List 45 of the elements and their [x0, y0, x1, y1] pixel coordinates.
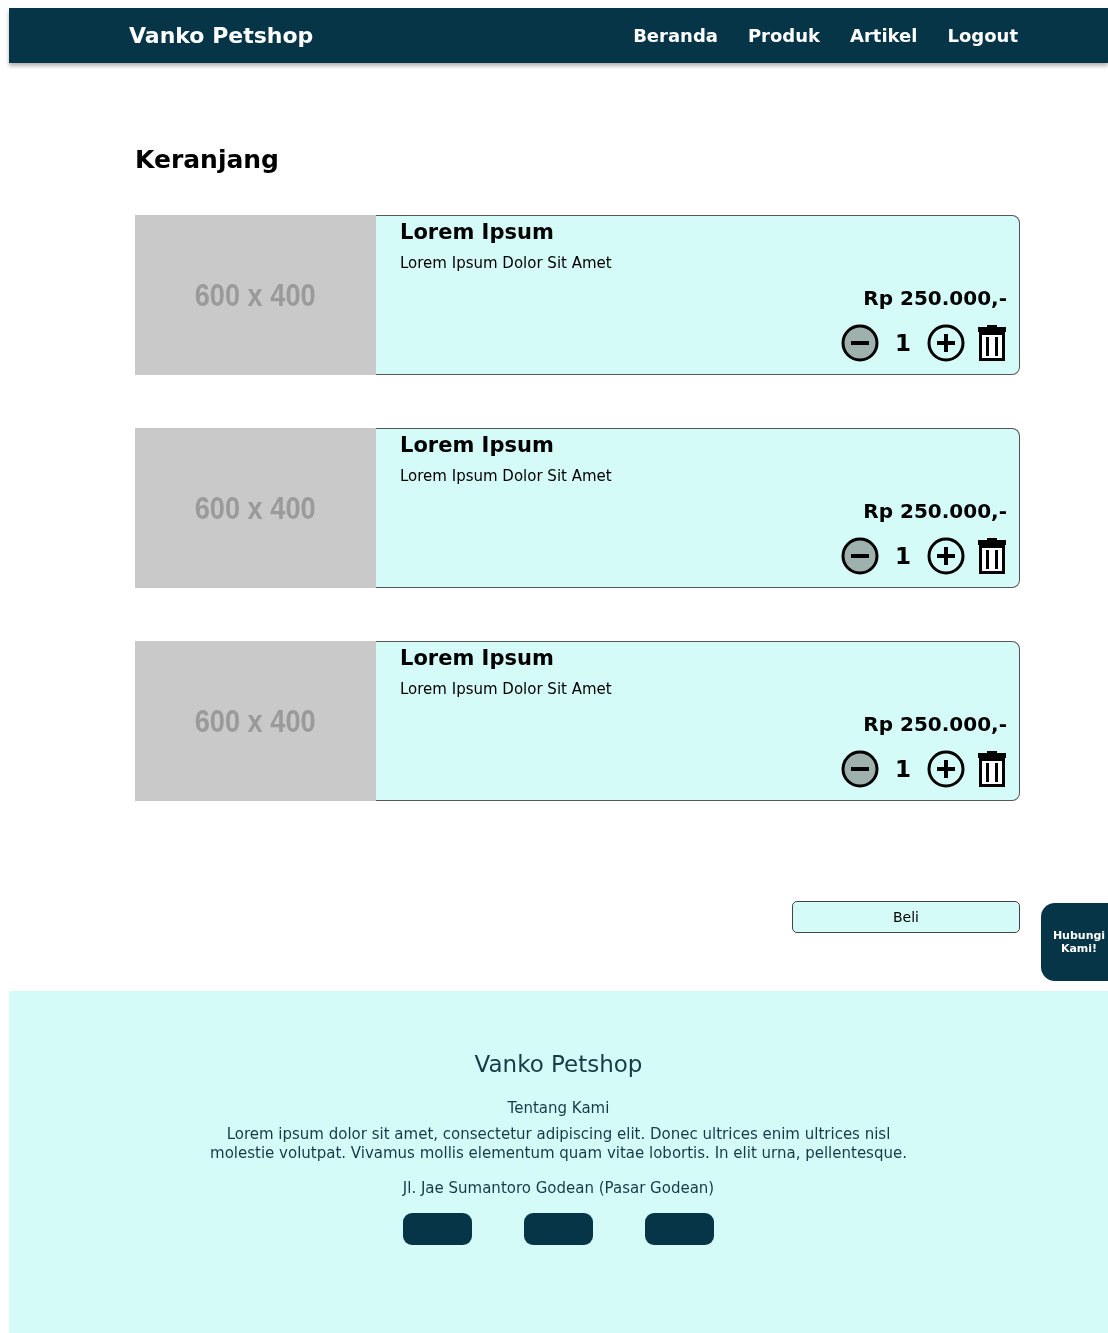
nav-link[interactable]: Produk — [747, 25, 821, 46]
decrease-button[interactable] — [841, 324, 879, 362]
delete-button[interactable] — [977, 751, 1007, 787]
decrease-button[interactable] — [841, 750, 879, 788]
product-description: Lorem Ipsum Dolor Sit Amet — [400, 254, 613, 272]
nav-link[interactable]: Beranda — [633, 25, 718, 46]
product-name: Lorem Ipsum — [400, 220, 555, 244]
minus-icon — [841, 750, 879, 788]
increase-button[interactable] — [927, 324, 965, 362]
product-name: Lorem Ipsum — [400, 433, 555, 457]
trash-icon — [977, 751, 1007, 787]
trash-icon — [977, 325, 1007, 361]
plus-icon — [927, 324, 965, 362]
product-price: Rp 250.000,- — [863, 499, 1007, 523]
contact-button[interactable]: Hubungi Kami! — [1041, 903, 1108, 981]
brand-name[interactable]: Vanko Petshop — [129, 23, 634, 48]
social-button[interactable] — [524, 1213, 593, 1245]
quantity: 1 — [894, 543, 912, 569]
trash-icon — [977, 538, 1007, 574]
decrease-button[interactable] — [841, 537, 879, 575]
product-description: Lorem Ipsum Dolor Sit Amet — [400, 680, 613, 698]
minus-icon — [841, 324, 879, 362]
plus-icon — [927, 537, 965, 575]
social-button[interactable] — [403, 1213, 472, 1245]
product-description: Lorem Ipsum Dolor Sit Amet — [400, 467, 613, 485]
delete-button[interactable] — [977, 538, 1007, 574]
increase-button[interactable] — [927, 537, 965, 575]
minus-icon — [841, 537, 879, 575]
about-text: Lorem ipsum dolor sit amet, consectetur adipiscing elit. Donec ultrices enim ultrices nisl molestie volutpat. Vivamus mollis elementum quam vitae lobortis. In elit urna, pellentesque. — [209, 1125, 908, 1163]
delete-button[interactable] — [977, 325, 1007, 361]
quantity: 1 — [894, 756, 912, 782]
address-text: Jl. Jae Sumantoro Godean (Pasar Godean) — [402, 1179, 715, 1197]
product-name: Lorem Ipsum — [400, 646, 555, 670]
product-price: Rp 250.000,- — [863, 286, 1007, 310]
footer-subtitle: Tentang Kami — [507, 1099, 610, 1117]
social-button[interactable] — [645, 1213, 714, 1245]
page-title: Keranjang — [135, 144, 281, 176]
buy-button[interactable]: Beli — [792, 901, 1020, 933]
plus-icon — [927, 750, 965, 788]
product-price: Rp 250.000,- — [863, 712, 1007, 736]
footer-title: Vanko Petshop — [474, 1051, 643, 1077]
increase-button[interactable] — [927, 750, 965, 788]
quantity: 1 — [894, 330, 912, 356]
nav-link[interactable]: Artikel — [850, 25, 918, 46]
nav-link[interactable]: Logout — [947, 25, 1018, 46]
